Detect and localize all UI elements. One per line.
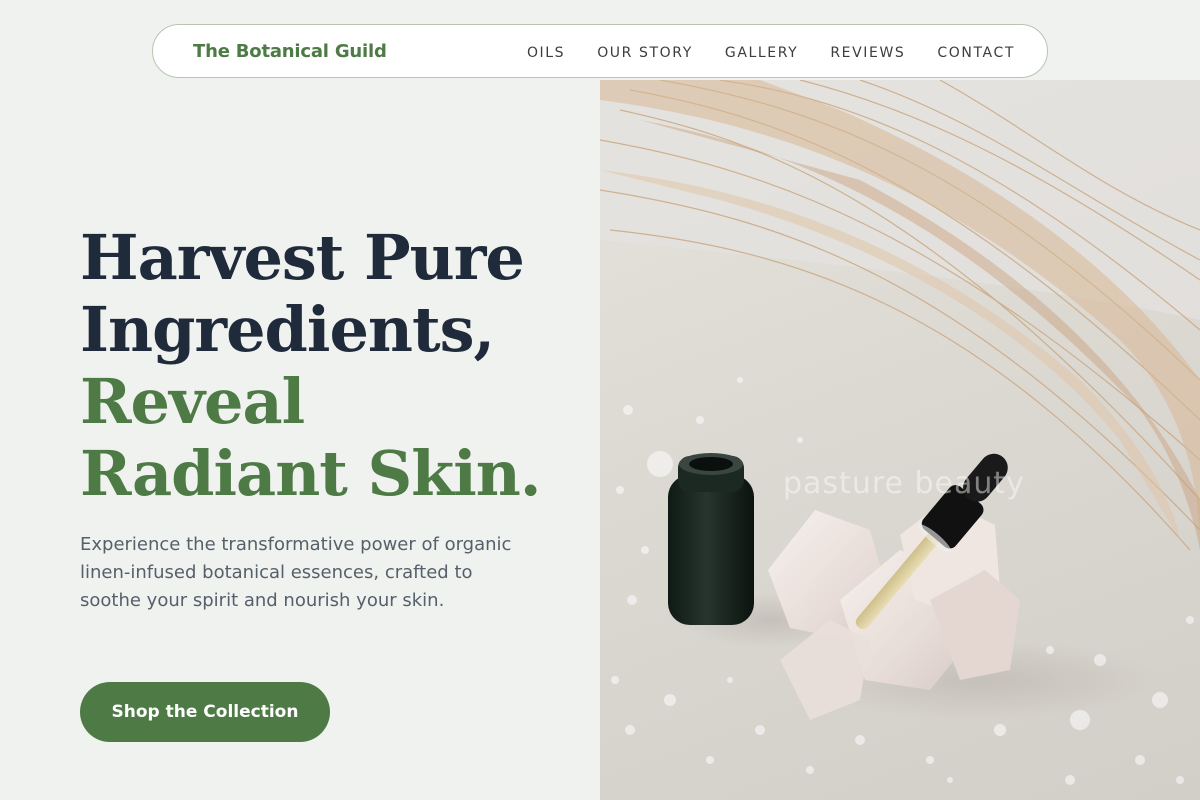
image-watermark: pasture beauty (783, 466, 1025, 501)
hero-product-image: pasture beauty (600, 80, 1200, 800)
hero-subtitle: Experience the transformative power of o… (80, 534, 512, 611)
hero-title-line-1: Harvest Pure (80, 221, 525, 294)
nav-link-our-story[interactable]: OUR STORY (597, 45, 693, 61)
brand-logo[interactable]: The Botanical Guild (193, 41, 387, 62)
hero-title-line-3: Reveal (80, 365, 305, 438)
product-photo-illustration (600, 80, 1200, 785)
nav-link-contact[interactable]: CONTACT (937, 45, 1015, 61)
hero-title-line-2: Ingredients, (80, 293, 495, 366)
nav-menu: OILS OUR STORY GALLERY REVIEWS CONTACT (527, 42, 1015, 61)
shop-collection-button[interactable]: Shop the Collection (80, 682, 330, 742)
nav-link-oils[interactable]: OILS (527, 45, 565, 61)
serum-bottle (668, 453, 754, 625)
nav-link-reviews[interactable]: REVIEWS (830, 45, 905, 61)
hero-title: Harvest Pure Ingredients, Reveal Radiant… (80, 222, 580, 510)
top-nav: The Botanical Guild OILS OUR STORY GALLE… (152, 24, 1048, 78)
hero-title-line-4: Radiant Skin. (80, 437, 541, 510)
nav-link-gallery[interactable]: GALLERY (725, 45, 798, 61)
